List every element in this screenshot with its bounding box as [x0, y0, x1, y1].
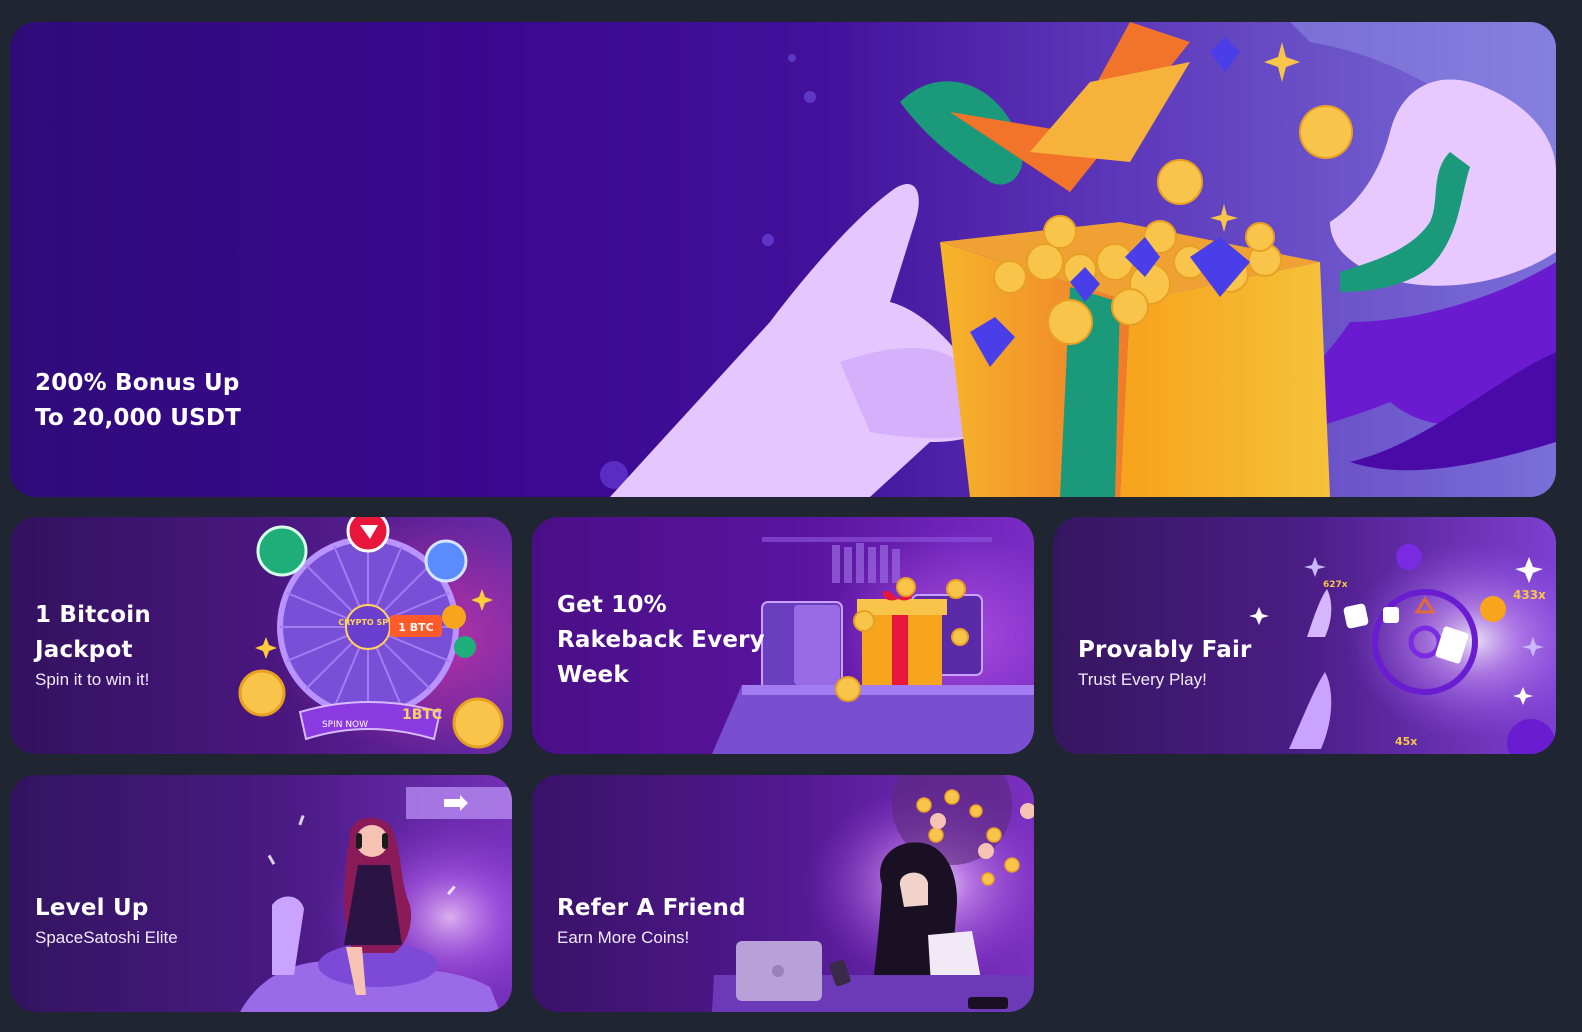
promo-card-welcome-bonus[interactable]: 200% Bonus Up To 20,000 USDT — [10, 22, 1556, 497]
promo-card-level-up[interactable]: Level Up SpaceSatoshi Elite — [10, 775, 512, 1012]
wheel-center-label: CRYPTO SPIN — [338, 618, 398, 627]
wheel-prize-label: 1 BTC — [398, 621, 433, 634]
btc-badge-label: 1BTC — [402, 707, 442, 723]
promo-text: 1 Bitcoin Jackpot Spin it to win it! — [35, 598, 151, 691]
multiplier-627x: 627x — [1323, 580, 1348, 590]
promo-title: Provably Fair — [1078, 637, 1252, 663]
promo-title: Refer A Friend — [557, 895, 746, 921]
promo-text: Provably Fair Trust Every Play! — [1078, 633, 1252, 691]
promo-subtitle: Spin it to win it! — [35, 670, 150, 689]
promo-card-refer-a-friend[interactable]: Refer A Friend Earn More Coins! — [532, 775, 1034, 1012]
promo-text: Get 10% Rakeback Every Week — [557, 588, 765, 693]
promo-title: 1 Bitcoin Jackpot — [35, 602, 151, 663]
multiplier-45x: 45x — [1395, 735, 1417, 748]
promo-title: Get 10% Rakeback Every Week — [557, 592, 765, 688]
promo-subtitle: Trust Every Play! — [1078, 670, 1207, 689]
promo-card-provably-fair[interactable]: 433x 45x 627x Provably Fair Trust Every … — [1053, 517, 1556, 754]
promo-text: Refer A Friend Earn More Coins! — [557, 891, 746, 949]
promo-title: 200% Bonus Up To 20,000 USDT — [35, 370, 242, 431]
promo-card-rakeback[interactable]: Get 10% Rakeback Every Week — [532, 517, 1034, 754]
promo-card-bitcoin-jackpot[interactable]: CRYPTO SPIN 1 BTC SPIN NOW 1BTC 1 Bitcoi… — [10, 517, 512, 754]
spin-now-label: SPIN NOW — [322, 720, 368, 730]
promo-subtitle: SpaceSatoshi Elite — [35, 928, 178, 947]
gift-box-icon — [600, 22, 1556, 497]
promo-subtitle: Earn More Coins! — [557, 928, 690, 947]
promo-title: Level Up — [35, 895, 149, 921]
promo-text: 200% Bonus Up To 20,000 USDT — [35, 366, 241, 436]
multiplier-433x: 433x — [1513, 588, 1546, 602]
promo-text: Level Up SpaceSatoshi Elite — [35, 891, 178, 949]
